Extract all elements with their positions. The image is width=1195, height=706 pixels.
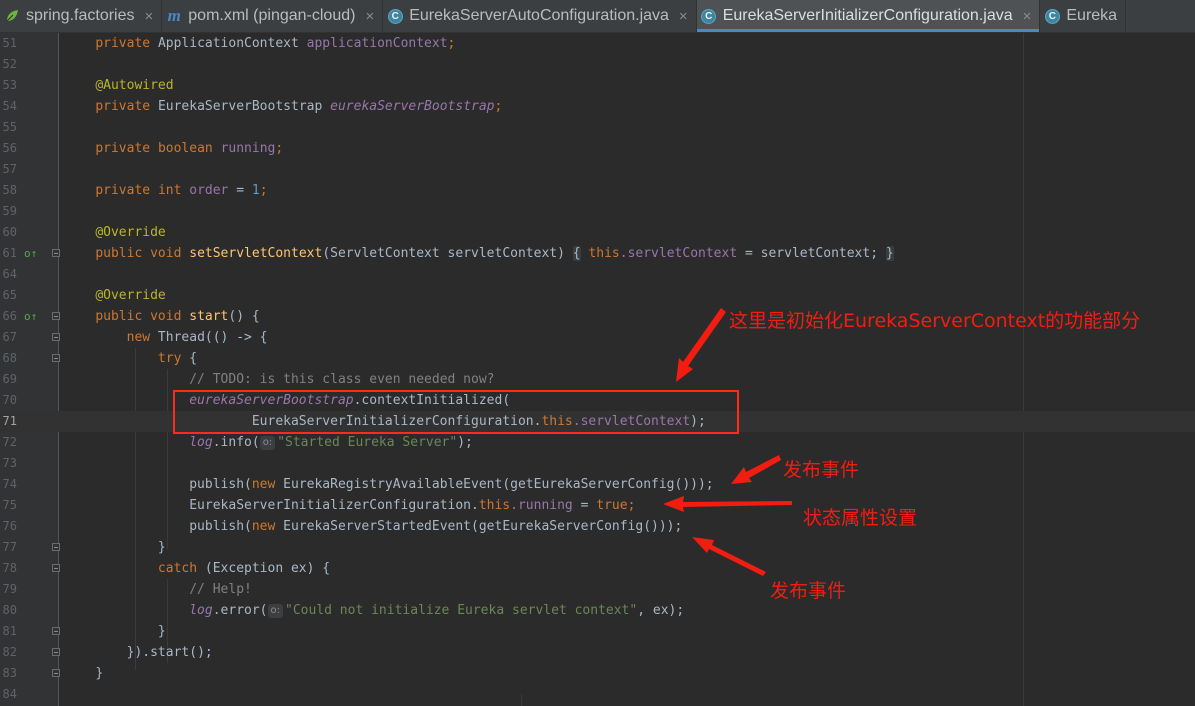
code-line: 75 EurekaServerInitializerConfiguration.…	[2, 498, 636, 513]
code-line: 64	[2, 267, 17, 281]
close-icon[interactable]: ×	[145, 8, 154, 25]
code-line: 55	[2, 120, 17, 134]
override-method-icon[interactable]: o↑	[24, 310, 37, 323]
fold-toggle[interactable]	[52, 669, 60, 677]
init-note: 这里是初始化EurekaServerContext的功能部分	[729, 310, 1141, 332]
code-line: 65 @Override	[2, 288, 166, 303]
code-line: 54 private EurekaServerBootstrap eurekaS…	[2, 99, 503, 114]
fold-toggle[interactable]	[52, 333, 60, 341]
tab-label: pom.xml (pingan-cloud)	[188, 7, 356, 24]
tab-eureka-truncated[interactable]: C Eureka	[1040, 0, 1127, 32]
code-line: 58 private int order = 1;	[2, 183, 268, 198]
publish-note-2: 发布事件	[770, 580, 847, 602]
tab-label: Eureka	[1066, 7, 1118, 24]
fold-toggle[interactable]	[52, 627, 60, 635]
code-line: 80 log.error(o: "Could not initialize Eur…	[2, 603, 685, 618]
java-class-icon: C	[701, 8, 717, 24]
code-line: 61 o↑ public void setServletContext(Serv…	[2, 246, 894, 261]
parameter-hint: o:	[267, 604, 284, 618]
code-line: 51 private ApplicationContext applicatio…	[2, 36, 456, 51]
parameter-hint: o:	[259, 436, 276, 450]
fold-toggle[interactable]	[52, 312, 60, 320]
tab-label: EurekaServerAutoConfiguration.java	[409, 7, 669, 24]
close-icon[interactable]: ×	[679, 8, 688, 25]
code-line: 73	[2, 456, 17, 470]
code-line: 82 }).start();	[2, 645, 213, 660]
divider	[521, 694, 522, 706]
tab-label: EurekaServerInitializerConfiguration.jav…	[722, 7, 1013, 24]
code-line: 72 log.info(o: "Started Eureka Server");	[2, 435, 473, 450]
code-line: 78 catch (Exception ex) {	[2, 561, 331, 576]
fold-toggle[interactable]	[52, 354, 60, 362]
highlight-box	[173, 390, 739, 434]
fold-toggle[interactable]	[52, 564, 60, 572]
code-line: 69 // TODO: is this class even needed no…	[2, 372, 495, 387]
code-line: 77 }	[2, 540, 166, 555]
code-line: 53 @Autowired	[2, 78, 174, 93]
maven-icon: m	[167, 6, 181, 25]
code-line: 76 publish(new EurekaServerStartedEvent(…	[2, 519, 683, 534]
code-editor[interactable]: 51 private ApplicationContext applicatio…	[0, 33, 1195, 706]
state-note: 状态属性设置	[803, 507, 918, 529]
tab-eureka-server-auto-configuration[interactable]: C EurekaServerAutoConfiguration.java ×	[383, 0, 697, 32]
code-line: 57	[2, 162, 17, 176]
code-line: 56 private boolean running;	[2, 141, 284, 156]
close-icon[interactable]: ×	[1023, 8, 1032, 25]
publish-note-1: 发布事件	[783, 459, 860, 481]
tab-label: spring.factories	[26, 7, 135, 24]
java-class-icon: C	[387, 8, 403, 24]
code-line: 68 try {	[2, 351, 198, 366]
java-class-icon: C	[1044, 8, 1060, 24]
code-line: 83 }	[2, 666, 104, 681]
override-method-icon[interactable]: o↑	[24, 247, 37, 260]
code-line: 84	[2, 687, 17, 701]
tab-eureka-server-initializer-configuration[interactable]: C EurekaServerInitializerConfiguration.j…	[696, 0, 1041, 32]
code-line: 60 @Override	[2, 225, 166, 240]
editor-tab-bar: spring.factories × m pom.xml (pingan-clo…	[0, 0, 1195, 33]
code-line: 74 publish(new EurekaRegistryAvailableEv…	[2, 477, 714, 492]
code-line: 59	[2, 204, 17, 218]
spring-leaf-icon	[4, 8, 20, 24]
fold-toggle[interactable]	[52, 249, 60, 257]
close-icon[interactable]: ×	[365, 8, 374, 25]
tab-spring-factories[interactable]: spring.factories ×	[0, 0, 163, 32]
code-line: 79 // Help!	[2, 582, 252, 597]
fold-toggle[interactable]	[52, 543, 60, 551]
code-line: 81 }	[2, 624, 166, 639]
fold-toggle[interactable]	[52, 648, 60, 656]
tab-pom-xml[interactable]: m pom.xml (pingan-cloud) ×	[162, 0, 384, 32]
code-line: 52	[2, 57, 17, 71]
